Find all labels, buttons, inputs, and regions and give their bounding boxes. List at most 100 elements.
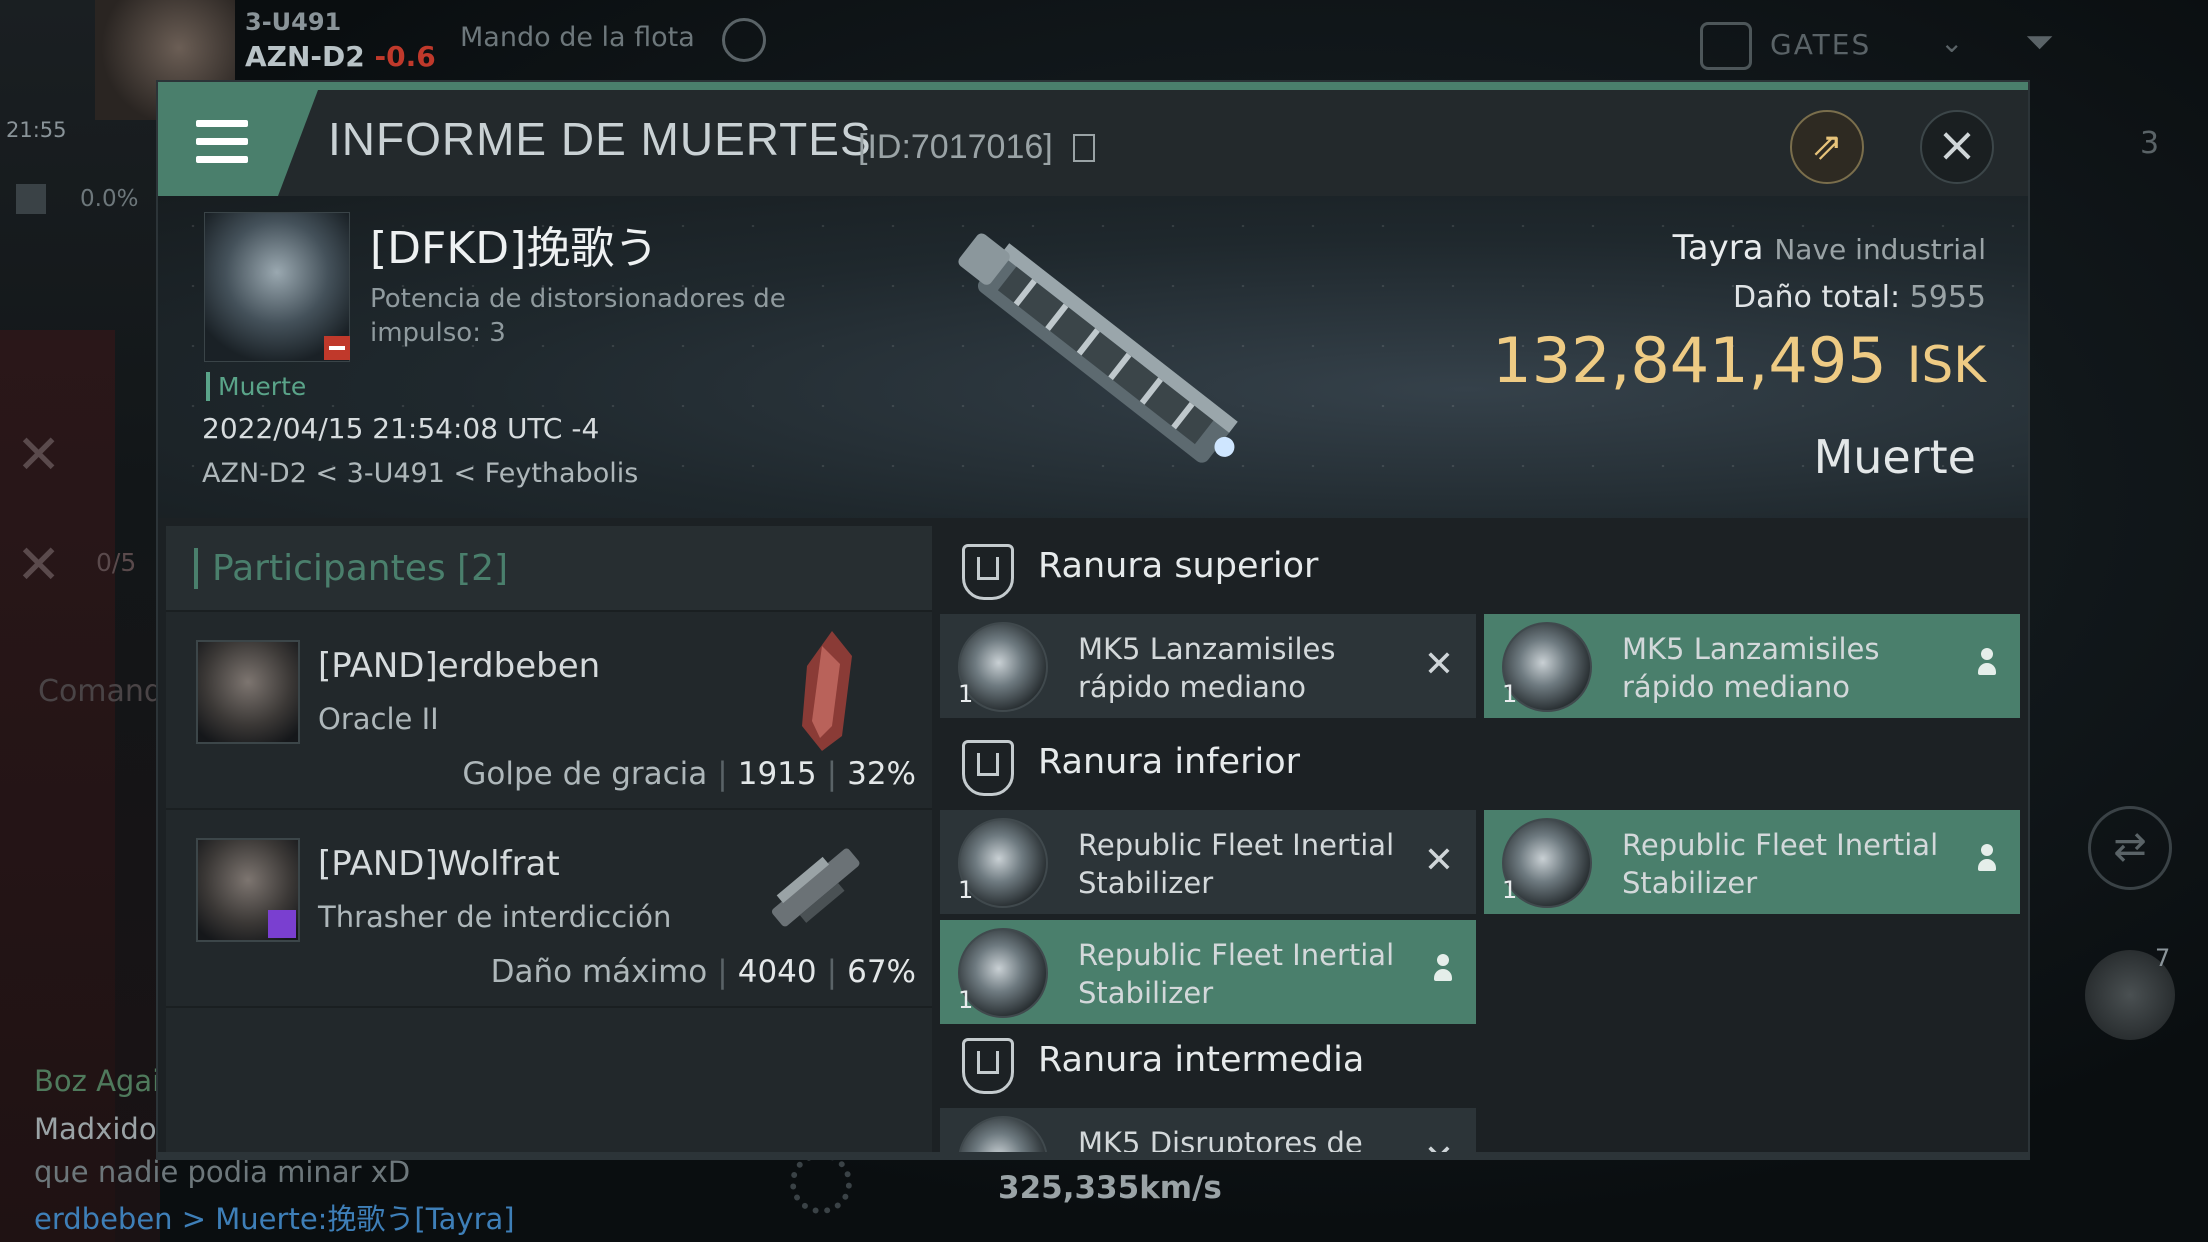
slot-header-high: Ranura superior — [940, 526, 2024, 610]
participant-role: Golpe de gracia — [462, 756, 708, 792]
isk-value: 132,841,495 ISK — [1492, 324, 1986, 397]
slot-counter: 0/5 — [96, 548, 137, 577]
fleet-command-label[interactable]: Mando de la flota — [460, 22, 695, 53]
module-name: MK5 Lanzamisiles rápido mediano — [1078, 632, 1336, 704]
dropped-person-icon — [1434, 954, 1452, 988]
commands-label[interactable]: Comand — [38, 674, 163, 709]
chat-line: que nadie podia minar xD — [34, 1155, 411, 1189]
ship-type: Tayra — [1672, 228, 1764, 268]
victim-summary: [DFKD]挽歌う Potencia de distorsionadores d… — [158, 196, 2028, 518]
clock-time: 21:55 — [6, 118, 67, 142]
participant-stats: Daño máximo | 4040 | 67% — [490, 954, 916, 990]
module-name: MK5 Lanzamisiles rápido mediano — [1622, 632, 1880, 704]
close-button[interactable]: × — [1920, 110, 1994, 184]
participant-name: [PAND]Wolfrat — [318, 844, 560, 884]
participant-row[interactable]: [PAND]Wolfrat Thrasher de interdicción D… — [166, 810, 932, 1008]
participant-ship-image — [771, 848, 860, 927]
notification-badge[interactable]: 3 — [2140, 126, 2159, 161]
slot-header-low: Ranura inferior — [940, 722, 2024, 806]
isk-amount: 132,841,495 — [1492, 324, 1887, 397]
participant-role: Daño máximo — [490, 954, 708, 990]
participant-stats: Golpe de gracia | 1915 | 32% — [462, 756, 916, 792]
copy-icon[interactable] — [1073, 134, 1095, 162]
current-system[interactable]: AZN-D2 -0.6 — [245, 40, 436, 73]
participant-ship-image — [802, 631, 852, 751]
current-system-name: AZN-D2 — [245, 40, 365, 73]
participant-name: [PAND]erdbeben — [318, 646, 601, 686]
close-icon[interactable]: ✕ — [16, 510, 76, 620]
module-item[interactable]: 1 MK5 Lanzamisiles rápido mediano ✕ — [940, 614, 1476, 718]
chat-line[interactable]: erdbeben > Muerte:挽歌う[Tayra] — [34, 1196, 515, 1238]
slot-header-mid: Ranura intermedia — [940, 1020, 2024, 1104]
menu-button[interactable] — [158, 90, 318, 196]
ship-speed: 325,335km/s — [998, 1170, 1222, 1206]
window-title: INFORME DE MUERTES — [328, 113, 872, 165]
module-item[interactable]: 1 MK5 Lanzamisiles rápido mediano — [1484, 614, 2020, 718]
killmail-window: INFORME DE MUERTES [ID:7017016] ⇗ × [DFK… — [158, 82, 2028, 1158]
victim-name[interactable]: [DFKD]挽歌う — [370, 212, 658, 276]
chat-line: Madxidoo — [34, 1112, 175, 1146]
module-name: Republic Fleet Inertial Stabilizer — [1078, 828, 1395, 900]
module-qty: 1 — [1502, 680, 1518, 708]
total-damage-value: 5955 — [1909, 280, 1986, 315]
destroyed-x-icon: ✕ — [1423, 840, 1454, 881]
external-link-icon: ⇗ — [1811, 124, 1843, 168]
destroyed-x-icon: ✕ — [1423, 644, 1454, 685]
module-item[interactable]: 1 MK5 Disruptores de ✕ — [940, 1108, 1476, 1158]
module-item[interactable]: 1 Republic Fleet Inertial Stabilizer — [1484, 810, 2020, 914]
shield-slot-icon — [962, 1038, 1014, 1094]
fitting-panel: Ranura superior 1 MK5 Lanzamisiles rápid… — [940, 526, 2024, 1158]
window-bottom-edge — [158, 1152, 2028, 1158]
module-qty: 1 — [1502, 876, 1518, 904]
participant-ship: Thrasher de interdicción — [318, 900, 672, 934]
route-system: 3-U491 — [245, 8, 342, 36]
shield-slot-icon — [962, 740, 1014, 796]
share-button[interactable]: ⇗ — [1790, 110, 1864, 184]
participant-row[interactable]: [PAND]erdbeben Oracle II Golpe de gracia… — [166, 612, 932, 810]
dropped-person-icon — [1978, 648, 1996, 682]
overview-icons: ✕ ✕ — [16, 400, 76, 620]
title-bar: INFORME DE MUERTES [ID:7017016] ⇗ × — [158, 90, 2028, 196]
total-damage-label: Daño total: — [1732, 280, 1901, 315]
module-name: Republic Fleet Inertial Stabilizer — [1622, 828, 1939, 900]
module-qty: 1 — [958, 680, 974, 708]
participant-percent: 32% — [847, 756, 916, 792]
gear-icon[interactable] — [790, 1152, 852, 1214]
gate-icon[interactable] — [1700, 22, 1752, 70]
participant-damage: 1915 — [737, 756, 817, 792]
chevron-down-icon[interactable]: ⌄ — [1940, 26, 1963, 59]
filter-icon[interactable]: ⏷ — [2025, 22, 2054, 64]
cargo-icon[interactable] — [16, 184, 46, 214]
dropped-person-icon — [1978, 844, 1996, 878]
gates-filter[interactable]: GATES — [1770, 28, 1871, 61]
kill-datetime: 2022/04/15 21:54:08 UTC -4 — [202, 412, 600, 445]
ship-class: Nave industrial — [1774, 233, 1986, 266]
security-status: -0.6 — [374, 40, 436, 73]
participants-title[interactable]: Participantes [2] — [194, 548, 508, 589]
close-icon[interactable]: ✕ — [16, 400, 76, 510]
hamburger-icon[interactable] — [196, 120, 248, 164]
hostile-badge-icon — [324, 336, 350, 360]
participant-damage: 4040 — [737, 954, 817, 990]
participants-header: Participantes [2] — [166, 526, 932, 612]
kill-location[interactable]: AZN-D2 < 3-U491 < Feythabolis — [202, 458, 638, 489]
clock-icon[interactable] — [722, 18, 766, 62]
victim-ship-image[interactable] — [918, 202, 1278, 512]
cargo-percent: 0.0% — [80, 186, 139, 212]
corp-badge-icon — [268, 910, 296, 938]
kill-result: Muerte — [1813, 430, 1976, 484]
victim-subtitle: Potencia de distorsionadores de impulso:… — [370, 284, 786, 348]
module-name: Republic Fleet Inertial Stabilizer — [1078, 938, 1395, 1010]
slot-label: Ranura intermedia — [1038, 1040, 1365, 1080]
ship-name[interactable]: Tayra Nave industrial — [1673, 228, 1986, 268]
module-item[interactable]: 1 Republic Fleet Inertial Stabilizer ✕ — [940, 810, 1476, 914]
chat-line: Boz Agai — [34, 1064, 161, 1098]
swap-icon[interactable]: ⇄ — [2088, 806, 2172, 890]
module-qty: 1 — [958, 876, 974, 904]
participant-avatar[interactable] — [196, 640, 300, 744]
isk-unit: ISK — [1906, 336, 1986, 394]
module-item[interactable]: 1 Republic Fleet Inertial Stabilizer — [940, 920, 1476, 1024]
shield-slot-icon — [962, 544, 1014, 600]
close-icon: × — [1936, 117, 1978, 173]
report-id: [ID:7017016] — [858, 128, 1053, 166]
